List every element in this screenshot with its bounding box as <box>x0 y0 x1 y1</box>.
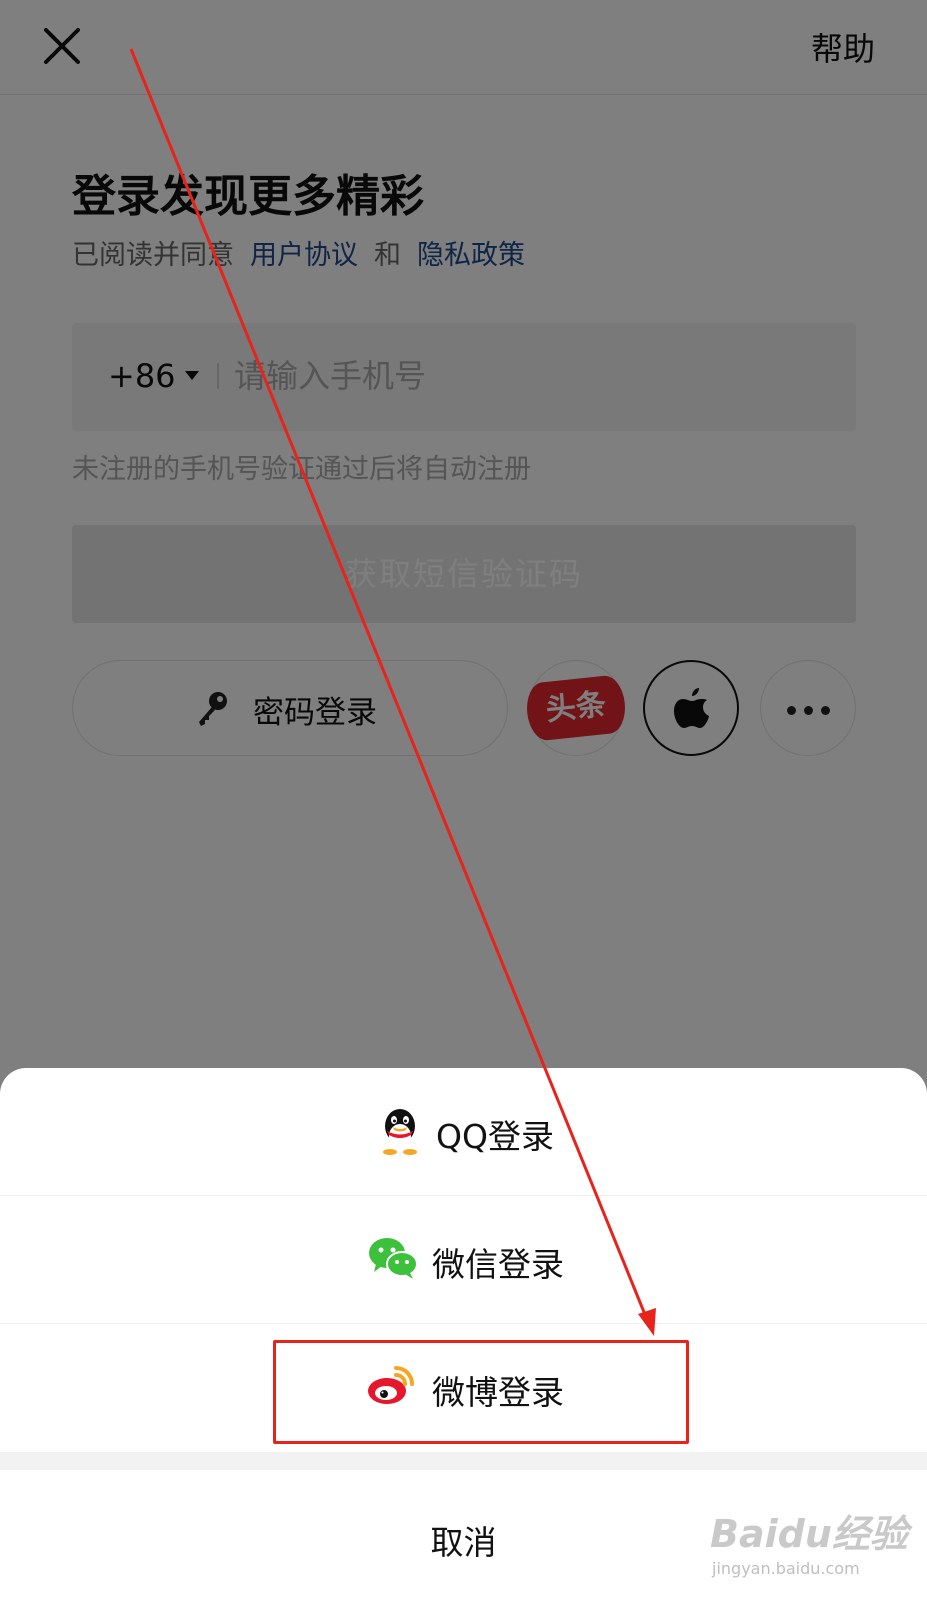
watermark-logo: Baidu经验 <box>710 1512 908 1556</box>
qq-icon <box>383 1109 417 1155</box>
wechat-login-label: 微信登录 <box>432 1245 564 1284</box>
wechat-login-option[interactable]: 微信登录 <box>0 1196 927 1324</box>
wechat-icon <box>369 1238 418 1279</box>
qq-login-label: QQ登录 <box>436 1117 554 1156</box>
baidu-jingyan-watermark: Baidu经验 jingyan.baidu.com <box>700 1503 908 1583</box>
sheet-separator <box>0 1452 927 1470</box>
annotation-highlight-box <box>273 1340 689 1444</box>
watermark-url: jingyan.baidu.com <box>712 1559 860 1578</box>
qq-login-option[interactable]: QQ登录 <box>0 1068 927 1196</box>
